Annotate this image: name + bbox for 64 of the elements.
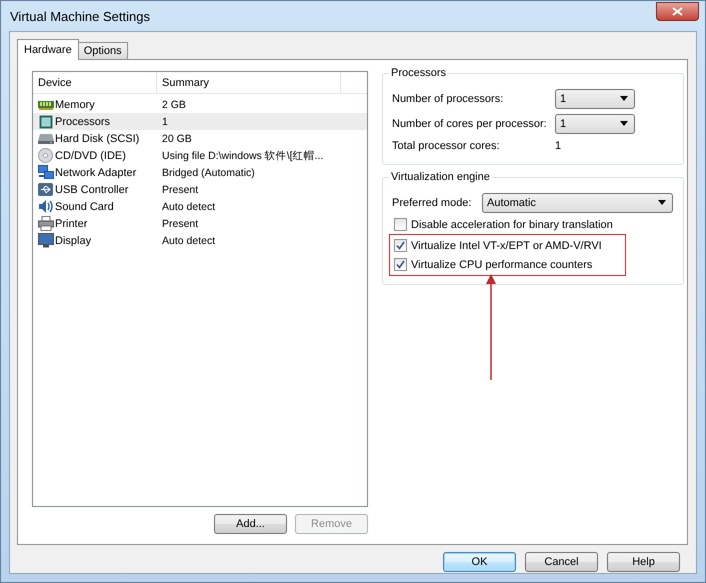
device-summary: 20 GB xyxy=(161,132,193,144)
field-label: Preferred mode: xyxy=(392,196,472,208)
device-row[interactable]: Hard Disk (SCSI) 20 GB xyxy=(33,130,367,147)
device-summary: Auto detect xyxy=(161,200,216,212)
disc-icon xyxy=(38,148,53,163)
device-name: Display xyxy=(55,234,92,246)
device-row[interactable]: Display Auto detect xyxy=(33,232,367,249)
checkbox-label: Virtualize Intel VT-x/EPT or AMD-V/RVI xyxy=(411,240,602,252)
window-title: Virtual Machine Settings xyxy=(10,8,150,24)
checkbox[interactable] xyxy=(394,218,407,231)
checkbox[interactable] xyxy=(394,258,407,271)
tab[interactable]: Options xyxy=(78,42,128,59)
speaker-icon xyxy=(38,199,54,214)
device-row[interactable]: Processors 1 xyxy=(33,113,367,130)
checkbox-label: Virtualize CPU performance counters xyxy=(411,258,592,270)
device-summary: Present xyxy=(161,218,200,230)
device-name: Memory xyxy=(55,98,95,110)
close-icon xyxy=(672,6,683,16)
device-row[interactable]: Memory 2 GB xyxy=(33,96,367,113)
device-row[interactable]: CD/DVD (IDE) Using file D:\windows 软件\[红帽... xyxy=(33,147,367,164)
group-title: Processors xyxy=(389,67,448,79)
field-label: Total processor cores: xyxy=(392,140,501,152)
dialog-button[interactable]: Cancel xyxy=(525,552,598,572)
dropdown[interactable]: 1 xyxy=(555,114,635,134)
device-row[interactable]: Sound Card Auto detect xyxy=(33,198,367,215)
printer-icon xyxy=(38,216,54,231)
checkbox-label: Disable acceleration for binary translation xyxy=(411,218,613,230)
dropdown-caret-icon xyxy=(620,121,628,126)
device-summary: 1 xyxy=(161,116,169,128)
tab[interactable]: Hardware xyxy=(17,39,79,60)
dialog-button[interactable]: Help xyxy=(607,552,680,572)
device-name: Printer xyxy=(55,218,88,230)
group-title: Virtualization engine xyxy=(389,171,492,183)
device-row[interactable]: Network Adapter Bridged (Automatic) xyxy=(33,164,367,181)
dropdown[interactable]: Automatic xyxy=(482,192,673,212)
device-summary: Auto detect xyxy=(161,234,216,246)
list-button[interactable]: Add... xyxy=(214,514,287,534)
device-summary: Bridged (Automatic) xyxy=(161,166,256,178)
dropdown-caret-icon xyxy=(620,96,628,101)
memory-module-icon xyxy=(38,100,54,110)
monitor-icon xyxy=(38,233,54,248)
dropdown[interactable]: 1 xyxy=(555,88,635,108)
checkbox[interactable] xyxy=(394,239,407,252)
close-button[interactable] xyxy=(656,2,699,20)
chip-icon xyxy=(38,114,52,128)
device-name: USB Controller xyxy=(55,184,128,196)
device-summary: Present xyxy=(161,184,200,196)
device-row[interactable]: Printer Present xyxy=(33,215,367,232)
network-computers-icon xyxy=(38,165,54,180)
field-label: Number of cores per processor: xyxy=(392,118,548,130)
device-name: Hard Disk (SCSI) xyxy=(55,132,140,144)
device-summary: Using file D:\windows 软件\[红帽... xyxy=(161,148,324,162)
device-name: Processors xyxy=(55,116,110,128)
device-summary: 2 GB xyxy=(161,98,187,110)
device-row[interactable]: USB Controller Present xyxy=(33,181,367,198)
device-name: Sound Card xyxy=(55,200,114,212)
usb-icon xyxy=(38,183,53,196)
device-name: CD/DVD (IDE) xyxy=(55,150,126,162)
field-value: 1 xyxy=(555,140,562,152)
column-header[interactable]: Device xyxy=(33,72,157,93)
device-name: Network Adapter xyxy=(55,166,136,178)
dialog-button[interactable]: OK xyxy=(443,552,516,572)
dropdown-caret-icon xyxy=(658,200,666,205)
field-label: Number of processors: xyxy=(392,92,504,104)
